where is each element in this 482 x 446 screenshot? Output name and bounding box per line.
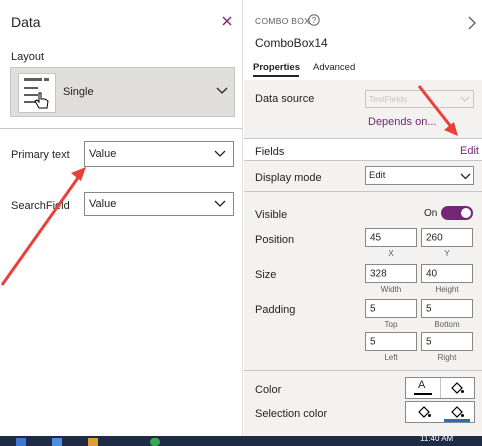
taskbar-app-icon[interactable] [150,438,160,446]
display-mode-label: Display mode [255,172,322,184]
data-source-section: Data source TestFields Depends on... [244,80,482,138]
paint-bucket-icon[interactable] [450,405,464,419]
color-picker-group: A [405,377,475,399]
padding-left-caption: Left [384,353,398,362]
chevron-down-icon [460,173,471,180]
color-section: Color A Selection color [244,371,482,436]
searchfield-value: Value [89,198,117,210]
visible-label: Visible [255,209,288,221]
size-label: Size [255,269,277,281]
taskbar-app-icon[interactable] [52,438,62,446]
primary-text-value: Value [89,148,117,160]
visible-toggle[interactable] [441,206,473,220]
layout-dropdown[interactable]: Single [10,67,235,117]
tab-advanced[interactable]: Advanced [313,62,355,73]
size-width-input[interactable]: 328 [365,264,417,283]
position-x-value: 45 [370,232,382,243]
chevron-down-icon [216,87,228,94]
size-height-caption: Height [435,285,459,294]
size-height-value: 40 [426,268,438,279]
size-width-caption: Width [380,285,402,294]
size-width-value: 328 [370,268,387,279]
visible-state: On [424,208,438,219]
position-y-value: 260 [426,232,443,243]
divider [0,128,243,129]
padding-right-caption: Right [437,353,457,362]
display-mode-value: Edit [369,170,386,181]
close-icon[interactable] [222,16,232,26]
control-type-label: COMBO BOX [255,16,311,26]
padding-top-input[interactable]: 5 [365,299,417,318]
taskbar-clock: 11:40 AM [420,434,454,443]
selection-color-picker-group [405,401,475,423]
padding-bottom-input[interactable]: 5 [421,299,473,318]
chevron-down-icon [214,200,226,207]
position-x-input[interactable]: 45 [365,228,417,247]
taskbar-app-icon[interactable] [16,438,26,446]
padding-right-value: 5 [426,336,432,347]
padding-top-value: 5 [370,303,376,314]
fields-edit-link[interactable]: Edit [460,145,479,157]
control-name: ComboBox14 [255,36,328,50]
font-color-icon: A [418,379,426,391]
layout-value: Single [63,86,94,98]
searchfield-dropdown[interactable]: Value [84,192,234,216]
fields-label: Fields [255,146,285,158]
data-source-value: TestFields [369,94,408,104]
properties-pane: COMBO BOX ? ComboBox14 Properties Advanc… [244,0,482,446]
data-source-dropdown[interactable]: TestFields [365,90,474,108]
size-height-input[interactable]: 40 [421,264,473,283]
color-swatch [414,393,432,395]
position-y-input[interactable]: 260 [421,228,473,247]
primary-text-dropdown[interactable]: Value [84,141,234,167]
tab-properties[interactable]: Properties [253,62,300,73]
help-icon[interactable]: ? [308,14,320,26]
taskbar-app-icon[interactable] [88,438,98,446]
data-pane: Data Layout Single Primary text Value Se… [0,0,243,446]
padding-left-input[interactable]: 5 [365,332,417,351]
taskbar: 11:40 AM [0,434,482,446]
padding-top-caption: Top [384,320,398,329]
paint-bucket-icon[interactable] [450,381,464,395]
padding-left-value: 5 [370,336,376,347]
chevron-right-icon[interactable] [468,16,476,30]
layout-preview-icon [18,73,56,113]
paint-bucket-icon[interactable] [417,405,431,419]
primary-text-label: Primary text [11,149,70,161]
position-y-caption: Y [444,249,450,258]
display-mode-section: Display mode Edit [244,161,482,191]
chevron-down-icon [214,150,226,157]
toggle-knob [461,208,471,218]
searchfield-label: SearchField [11,200,70,212]
divider [244,138,482,139]
padding-bottom-caption: Bottom [434,320,460,329]
layout-section: Visible On Position 45 260 X Y Size 328 … [244,192,482,370]
svg-text:?: ? [312,16,317,25]
data-source-label: Data source [255,93,315,105]
depends-on-link[interactable]: Depends on... [368,116,437,128]
hand-pointer-icon [34,92,49,109]
display-mode-dropdown[interactable]: Edit [365,166,474,185]
layout-label: Layout [11,51,45,63]
color-label: Color [255,384,282,396]
active-tab-indicator [253,75,299,77]
selection-color-label: Selection color [255,408,328,420]
padding-label: Padding [255,304,296,316]
data-pane-title: Data [11,14,41,30]
position-label: Position [255,234,295,246]
position-x-caption: X [388,249,394,258]
text-color-button[interactable]: A [406,378,441,398]
selection-color-swatch [444,419,470,422]
padding-right-input[interactable]: 5 [421,332,473,351]
padding-bottom-value: 5 [426,303,432,314]
chevron-down-icon [460,96,470,102]
